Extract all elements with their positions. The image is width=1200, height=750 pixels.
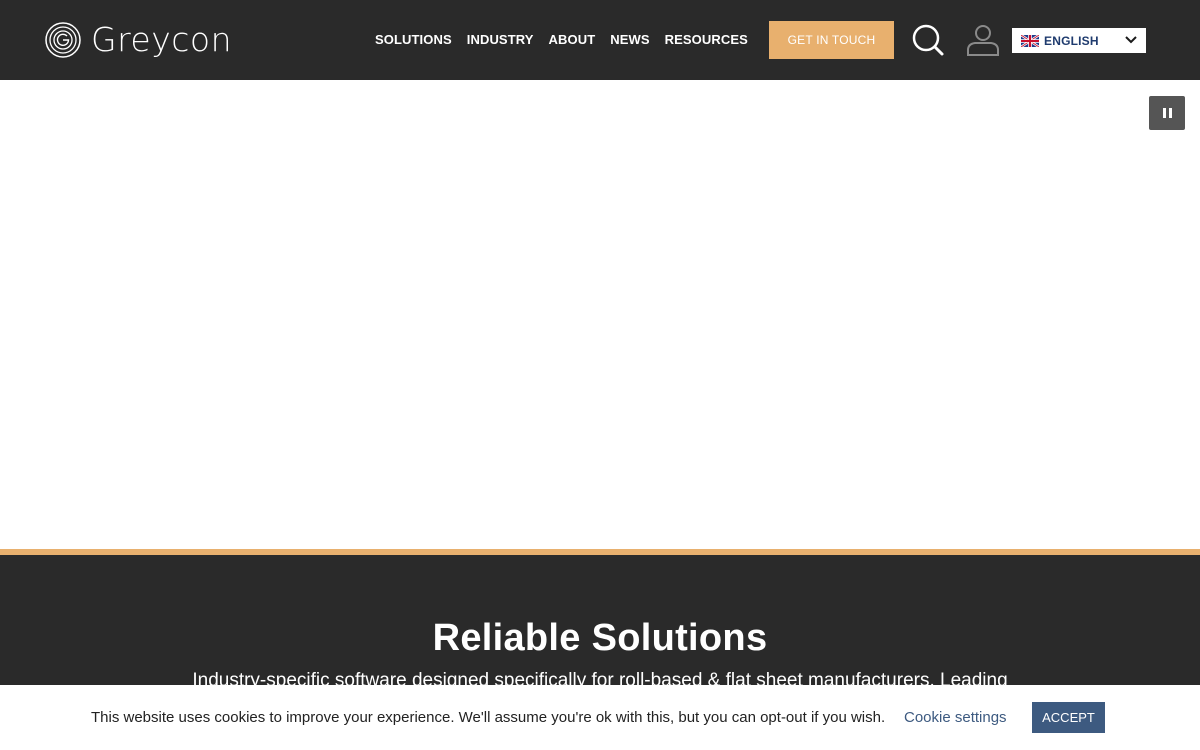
hero-video-area: [0, 80, 1200, 549]
pause-icon-bar: [1168, 108, 1172, 118]
get-in-touch-button[interactable]: GET IN TOUCH: [769, 21, 894, 59]
uk-flag-icon: [1021, 34, 1039, 47]
cookie-settings-link[interactable]: Cookie settings: [904, 708, 1007, 728]
nav-item-news[interactable]: NEWS: [610, 30, 649, 50]
language-label: ENGLISH: [1044, 33, 1099, 48]
nav-item-resources[interactable]: RESOURCES: [665, 30, 748, 50]
nav-item-solutions[interactable]: SOLUTIONS: [375, 30, 452, 50]
pause-button[interactable]: [1149, 96, 1185, 130]
main-nav: SOLUTIONS INDUSTRY ABOUT NEWS RESOURCES: [375, 30, 763, 50]
greycon-logo[interactable]: Greycon: [45, 20, 232, 60]
chevron-down-icon: [1125, 36, 1137, 44]
accept-cookies-button[interactable]: ACCEPT: [1032, 702, 1105, 733]
user-account-button[interactable]: [965, 22, 1001, 58]
greycon-logo-icon: [45, 22, 81, 58]
section-title: Reliable Solutions: [432, 617, 768, 659]
user-icon: [967, 25, 999, 56]
search-icon: [912, 24, 944, 56]
pause-icon: [1162, 108, 1166, 118]
search-button[interactable]: [910, 22, 946, 58]
language-selector[interactable]: ENGLISH: [1012, 28, 1146, 53]
nav-item-about[interactable]: ABOUT: [549, 30, 596, 50]
nav-item-industry[interactable]: INDUSTRY: [467, 30, 534, 50]
site-header: Greycon SOLUTIONS INDUSTRY ABOUT NEWS RE…: [0, 0, 1200, 80]
cookie-message: This website uses cookies to improve you…: [91, 709, 886, 726]
cookie-consent-bar: This website uses cookies to improve you…: [0, 685, 1200, 750]
logo-wordmark: Greycon: [91, 20, 232, 59]
